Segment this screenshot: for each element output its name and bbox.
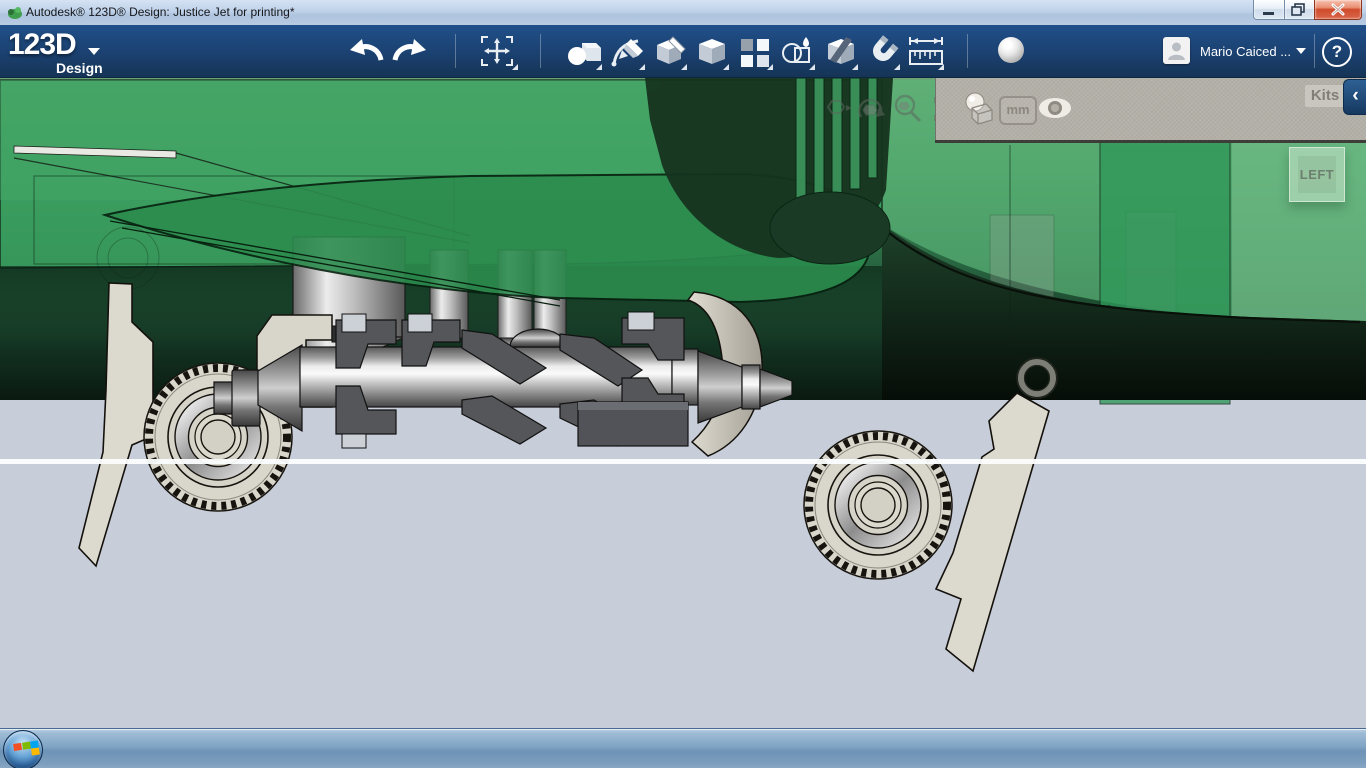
material-view-icon[interactable] — [962, 92, 996, 126]
user-menu-caret-icon[interactable] — [1296, 48, 1306, 54]
viewcube-face-label[interactable]: LEFT — [1298, 156, 1336, 193]
help-button[interactable]: ? — [1322, 37, 1352, 67]
units-button[interactable]: mm — [999, 96, 1037, 125]
start-button[interactable] — [3, 730, 43, 768]
panel-collapse-button[interactable]: ‹ — [1343, 79, 1366, 115]
viewcube[interactable]: LEFT — [1289, 147, 1345, 202]
app-window-icon — [8, 7, 22, 19]
app-toolbar: 123D Design — [0, 25, 1366, 78]
material-sphere-icon[interactable] — [998, 37, 1024, 63]
undo-icon[interactable] — [348, 36, 384, 64]
wheel-right[interactable] — [804, 431, 952, 579]
redo-icon[interactable] — [392, 36, 428, 64]
app-logo-product: Design — [56, 60, 103, 76]
rotate-icon[interactable] — [854, 93, 888, 125]
window-title: Autodesk® 123D® Design: Justice Jet for … — [26, 5, 295, 19]
taskbar: S ES — [0, 728, 1366, 768]
viewport-3d[interactable] — [0, 77, 1366, 728]
close-button[interactable] — [1314, 0, 1362, 20]
logo-menu-caret-icon[interactable] — [88, 48, 100, 55]
minimize-button[interactable] — [1253, 0, 1285, 20]
zoom-selection-icon[interactable] — [892, 93, 924, 125]
transform-icon[interactable] — [478, 33, 516, 69]
app-logo[interactable]: 123D — [8, 28, 77, 62]
restore-button[interactable] — [1284, 0, 1315, 20]
visibility-eye-icon[interactable] — [1038, 97, 1072, 119]
avatar[interactable] — [1163, 37, 1190, 64]
move-gizmo-icon[interactable] — [822, 93, 852, 123]
user-name[interactable]: Mario Caiced ... — [1200, 44, 1291, 59]
titlebar[interactable]: Autodesk® 123D® Design: Justice Jet for … — [0, 0, 1366, 26]
user-icon — [1168, 42, 1185, 60]
ground-grid-line — [0, 459, 1366, 464]
kits-label[interactable]: Kits — [1305, 85, 1345, 107]
desktop: mm Kits ‹ LEFT Autodesk® 123D® Design: J… — [0, 0, 1366, 768]
